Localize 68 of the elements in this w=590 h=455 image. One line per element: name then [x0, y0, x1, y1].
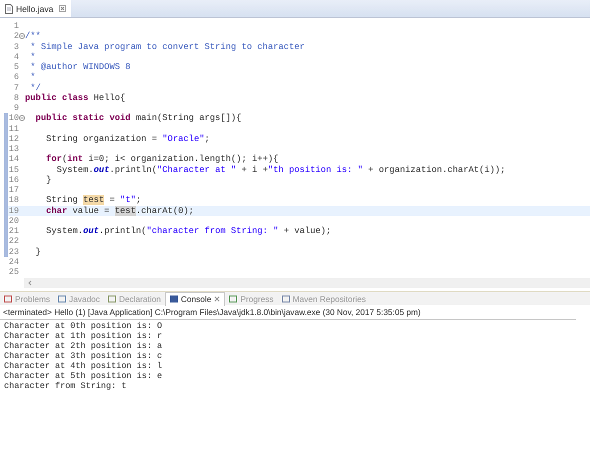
- console-line: Character at 2th position is: a: [4, 341, 164, 351]
- code-line: char value = test.charAt(0);: [45, 206, 194, 216]
- scroll-left-icon[interactable]: [27, 280, 33, 286]
- line-number: 2: [12, 31, 19, 42]
- fold-icon[interactable]: [19, 115, 25, 122]
- view-icon: [58, 294, 66, 302]
- code-line: System.out.println("character from String: " + value);: [45, 226, 332, 236]
- code-line: for(int i=0; i< organization.length(); i++){: [45, 154, 278, 164]
- line-number: 3: [12, 42, 19, 52]
- line-number: 10: [8, 113, 19, 124]
- line-number: 7: [12, 82, 19, 93]
- line-number: 22: [8, 236, 19, 246]
- code-line: String test = "t";: [45, 195, 142, 206]
- console-line: Character at 4th position is: l: [4, 361, 164, 371]
- code-line: */: [29, 82, 41, 93]
- line-number: 25: [8, 267, 19, 278]
- line-number: 14: [8, 154, 19, 164]
- line-number: 12: [8, 134, 19, 144]
- line-number: 21: [8, 226, 19, 236]
- view-icon: [282, 294, 290, 302]
- panel-tab[interactable]: Console: [164, 292, 226, 306]
- fold-icon[interactable]: [19, 33, 25, 40]
- line-number: 17: [8, 185, 19, 196]
- console-line: Character at 0th position is: O: [4, 321, 164, 331]
- view-icon: [170, 295, 178, 303]
- file-icon: [5, 4, 13, 14]
- console-status: <terminated> Hello (1) [Java Application] C:\Program Files\Java\jdk1.8.0\bin\javaw.exe (30 Nov, 2017 5:35:05 pm): [0, 305, 576, 320]
- line-number: 9: [12, 103, 19, 114]
- code-line: *: [29, 72, 36, 82]
- panel-tab[interactable]: Javadoc: [54, 292, 104, 305]
- line-number: 13: [8, 144, 19, 154]
- line-number: 18: [8, 195, 19, 206]
- close-icon[interactable]: [59, 5, 66, 12]
- panel-tab[interactable]: Problems: [0, 292, 54, 305]
- line-number: 16: [8, 174, 19, 185]
- code-line: String organization = "Oracle";: [45, 134, 210, 144]
- code-line: public class Hello{: [25, 92, 126, 103]
- code-line: *: [29, 52, 36, 62]
- view-icon: [108, 294, 116, 302]
- code-line: * Simple Java program to convert String to character: [29, 42, 305, 52]
- line-number: 5: [12, 62, 19, 72]
- line-number: 19: [8, 206, 19, 216]
- line-number: 8: [12, 92, 19, 103]
- view-icon: [4, 294, 12, 302]
- code-line: }: [45, 174, 52, 185]
- line-number: 20: [8, 216, 19, 226]
- close-icon[interactable]: [214, 296, 220, 302]
- console-line: Character at 5th position is: e: [4, 371, 164, 381]
- line-number: 1: [12, 21, 19, 32]
- code-line: * @author WINDOWS 8: [29, 62, 131, 72]
- line-number: 11: [8, 124, 19, 134]
- panel-tab[interactable]: Maven Repositories: [278, 292, 370, 305]
- code-line: /**: [25, 31, 41, 42]
- line-number: 4: [12, 52, 19, 62]
- console-line: Character at 3th position is: c: [4, 351, 164, 361]
- panel-tab[interactable]: Declaration: [104, 292, 165, 305]
- line-number: 24: [8, 256, 19, 267]
- line-number: 15: [8, 164, 19, 175]
- code-line: System.out.println("Character at " + i +"th position is: " + organization.charAt(i));: [56, 164, 506, 175]
- line-number: 23: [8, 246, 19, 257]
- view-icon: [229, 294, 238, 302]
- code-line: }: [34, 246, 41, 257]
- panel-tab[interactable]: Progress: [225, 292, 278, 305]
- editor-tab[interactable]: Hello.java: [0, 0, 72, 17]
- line-number: 6: [12, 72, 19, 82]
- code-line: public static void main(String args[]){: [34, 113, 242, 124]
- console-line: character from String: t: [4, 381, 128, 391]
- console-line: Character at 1th position is: r: [4, 331, 164, 341]
